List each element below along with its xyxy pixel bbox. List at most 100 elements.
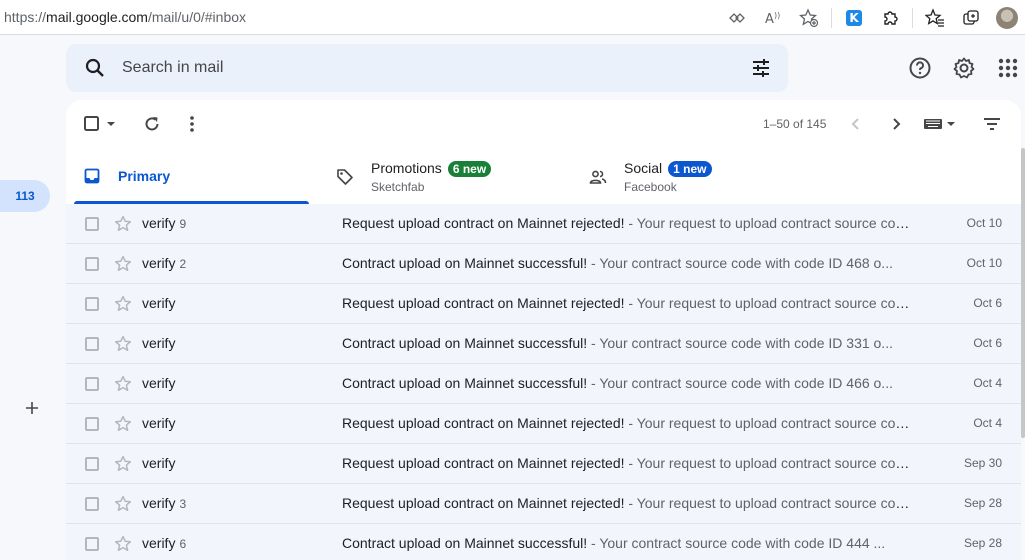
star-icon[interactable] (113, 494, 133, 519)
people-icon (589, 168, 607, 191)
svg-text:A: A (765, 12, 774, 27)
next-page-chevron-icon[interactable] (884, 112, 908, 136)
k-extension-icon[interactable]: K (836, 0, 872, 35)
sender-name: verify (142, 415, 176, 431)
email-row[interactable]: verify Request upload contract on Mainnet… (66, 444, 1021, 484)
email-date: Sep 30 (963, 456, 1002, 470)
tab-promotions-sender: Sketchfab (371, 180, 425, 194)
mail-list-panel: 1–50 of 145 Primary Promotions 6 new Ske… (66, 100, 1021, 560)
row-checkbox[interactable] (85, 417, 99, 431)
tab-primary-label: Primary (118, 168, 171, 184)
star-icon[interactable] (113, 454, 133, 479)
tab-promotions[interactable]: Promotions 6 new Sketchfab (326, 148, 566, 204)
row-checkbox[interactable] (85, 457, 99, 471)
tab-promotions-label: Promotions (371, 160, 442, 176)
email-snippet: - Your contract source code with code ID… (587, 335, 893, 351)
email-list: verify 9 Request upload contract on Mainne… (66, 204, 1021, 560)
star-icon[interactable] (113, 294, 133, 319)
address-bar[interactable]: https://mail.google.com/mail/u/0/#inbox (4, 9, 246, 25)
pagination-text: 1–50 of 145 (763, 117, 827, 131)
favorites-icon[interactable] (917, 0, 953, 35)
left-rail (0, 36, 66, 560)
row-checkbox[interactable] (85, 297, 99, 311)
email-row[interactable]: verify Contract upload on Mainnet success… (66, 364, 1021, 404)
email-snippet: - Your request to upload contract source… (628, 495, 910, 511)
new-label-plus-icon[interactable] (22, 398, 42, 418)
star-icon[interactable] (113, 534, 133, 559)
email-subject: Request upload contract on Mainnet rejec… (342, 215, 625, 231)
star-icon[interactable] (113, 414, 133, 439)
row-checkbox[interactable] (85, 337, 99, 351)
email-subject: Contract upload on Mainnet successful! (342, 535, 588, 551)
search-options-icon[interactable] (750, 57, 772, 84)
prev-page-chevron-icon[interactable] (844, 112, 868, 136)
email-subject: Request upload contract on Mainnet rejec… (342, 415, 625, 431)
email-date: Oct 10 (966, 256, 1002, 270)
email-subject: Contract upload on Mainnet successful! (342, 255, 588, 271)
more-options-icon[interactable] (180, 112, 204, 136)
help-icon[interactable] (904, 52, 936, 84)
extensions-icon[interactable] (872, 0, 908, 35)
row-checkbox[interactable] (85, 257, 99, 271)
email-snippet: - Your contract source code with code ID… (587, 535, 886, 551)
star-icon[interactable] (113, 374, 133, 399)
email-subject: Request upload contract on Mainnet rejec… (342, 455, 625, 471)
email-date: Sep 28 (963, 496, 1002, 510)
thread-count: 9 (179, 217, 187, 231)
sender-name: verify (142, 215, 176, 231)
star-icon[interactable] (113, 214, 133, 239)
sender-name: verify (142, 295, 176, 311)
email-row[interactable]: verify 9 Request upload contract on Mainne… (66, 204, 1021, 244)
sender-name: verify (142, 535, 176, 551)
profile-avatar[interactable] (989, 0, 1025, 35)
email-date: Oct 4 (973, 416, 1002, 430)
input-tools-keyboard-icon[interactable] (920, 112, 960, 136)
search-icon[interactable] (84, 57, 106, 84)
inbox-unread-count[interactable]: 113 (0, 180, 50, 212)
thread-count: 6 (179, 537, 187, 551)
add-favorite-icon[interactable] (791, 0, 827, 35)
email-row[interactable]: verify Request upload contract on Mainnet… (66, 404, 1021, 444)
svg-text:)): )) (774, 11, 780, 20)
toolbar-divider (831, 7, 832, 28)
sender-name: verify (142, 455, 176, 471)
email-row[interactable]: verify 2 Contract upload on Mainnet succes… (66, 244, 1021, 284)
select-all-checkbox[interactable] (80, 112, 120, 136)
collections-icon[interactable] (953, 0, 989, 35)
email-snippet: - Your request to upload contract source… (628, 215, 910, 231)
email-row[interactable]: verify 6 Contract upload on Mainnet succes… (66, 524, 1021, 560)
star-icon[interactable] (113, 254, 133, 279)
social-new-badge: 1 new (668, 161, 712, 177)
email-row[interactable]: verify 3 Request upload contract on Mainne… (66, 484, 1021, 524)
read-aloud-icon[interactable]: A)) (755, 0, 791, 35)
scrollbar[interactable] (1021, 148, 1025, 438)
category-tabs: Primary Promotions 6 new Sketchfab Social… (66, 148, 1021, 204)
promotions-new-badge: 6 new (447, 161, 492, 177)
email-date: Oct 6 (973, 296, 1002, 310)
row-checkbox[interactable] (85, 377, 99, 391)
settings-gear-icon[interactable] (948, 52, 980, 84)
tab-social-label: Social (624, 160, 663, 176)
star-icon[interactable] (113, 334, 133, 359)
email-row[interactable]: verify Request upload contract on Mainnet… (66, 284, 1021, 324)
url-path: /mail/u/0/#inbox (147, 9, 247, 25)
reader-view-icon[interactable] (719, 0, 755, 35)
refresh-icon[interactable] (140, 112, 164, 136)
row-checkbox[interactable] (85, 217, 99, 231)
email-subject: Contract upload on Mainnet successful! (342, 335, 588, 351)
email-date: Oct 6 (973, 336, 1002, 350)
row-checkbox[interactable] (85, 497, 99, 511)
email-date: Oct 4 (973, 376, 1002, 390)
thread-count: 2 (179, 257, 187, 271)
tab-social[interactable]: Social 1 new Facebook (579, 148, 819, 204)
email-snippet: - Your contract source code with code ID… (587, 375, 893, 391)
apps-grid-icon[interactable] (992, 52, 1024, 84)
tag-icon (336, 168, 354, 191)
tab-primary[interactable]: Primary (74, 148, 309, 204)
row-checkbox[interactable] (85, 537, 99, 551)
browser-toolbar: https://mail.google.com/mail/u/0/#inbox … (0, 0, 1025, 35)
email-row[interactable]: verify Contract upload on Mainnet success… (66, 324, 1021, 364)
email-subject: Request upload contract on Mainnet rejec… (342, 495, 625, 511)
filter-icon[interactable] (980, 112, 1004, 136)
search-input[interactable] (122, 56, 722, 80)
